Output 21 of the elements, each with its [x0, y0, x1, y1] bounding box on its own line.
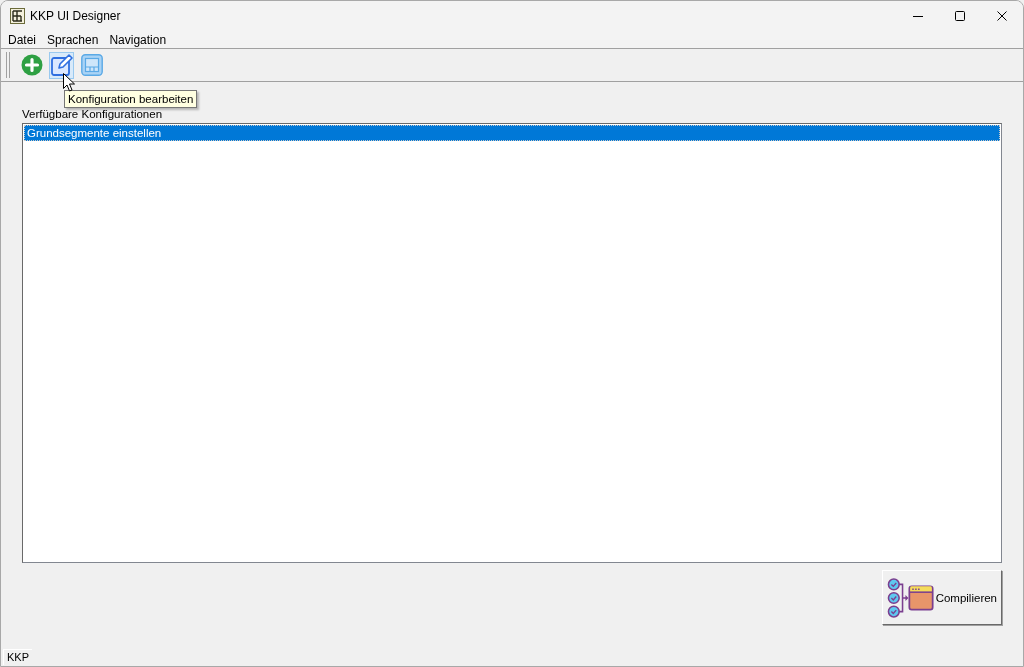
pencil-edit-icon — [50, 54, 73, 76]
list-item[interactable]: Grundsegmente einstellen — [24, 125, 1000, 141]
menu-item[interactable]: Navigation — [103, 31, 172, 48]
configurations-list[interactable]: Grundsegmente einstellen — [22, 123, 1002, 563]
menu-item[interactable]: Sprachen — [41, 31, 104, 48]
tooltip: Konfiguration bearbeiten — [64, 89, 198, 108]
minimize-icon — [913, 15, 923, 17]
compile-button[interactable]: Compilieren — [882, 570, 1002, 625]
status-text: KKP — [3, 648, 32, 665]
mouse-pointer-icon — [63, 72, 75, 92]
toolbar-button[interactable] — [49, 51, 74, 79]
window-title: KKP UI Designer — [30, 9, 122, 23]
workflow-window-icon — [887, 575, 934, 620]
close-icon — [997, 11, 1007, 21]
menu-item[interactable]: Datei — [2, 31, 41, 48]
maximize-icon — [955, 11, 965, 21]
app-icon — [10, 8, 25, 24]
add-icon — [20, 54, 43, 76]
layout-icon — [80, 54, 103, 76]
list-label: Verfügbare Konfigurationen — [22, 107, 164, 121]
toolbar-button[interactable] — [79, 51, 104, 79]
